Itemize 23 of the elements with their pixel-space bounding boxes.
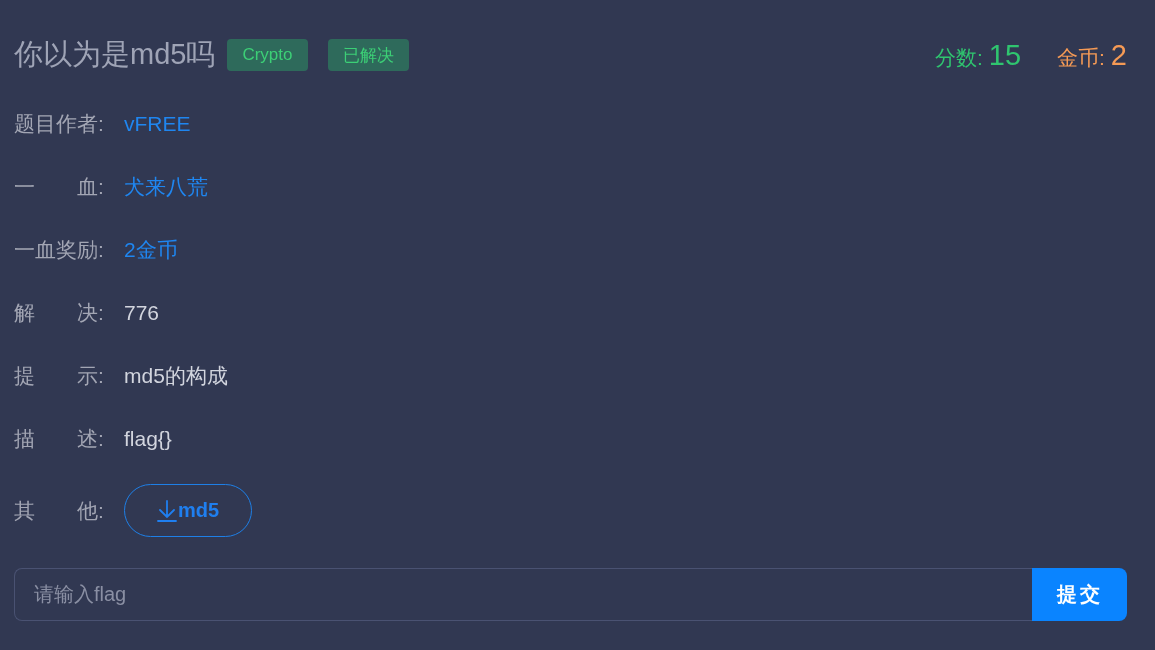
challenge-tag: Crypto — [227, 39, 308, 71]
challenge-tag: 已解决 — [327, 39, 409, 71]
detail-label: 题目作者: — [14, 110, 105, 137]
detail-label: 提 示: — [14, 362, 105, 389]
detail-link[interactable]: vFREE — [124, 111, 191, 136]
detail-value: flag{} — [124, 426, 172, 451]
detail-label: 其 他: — [14, 497, 105, 524]
detail-label: 一血奖励: — [14, 236, 105, 263]
detail-value: 776 — [124, 300, 160, 325]
detail-value: md5的构成 — [124, 362, 228, 389]
detail-label: 解 决: — [14, 299, 105, 326]
coins-label: 金币: — [1057, 44, 1105, 71]
detail-link[interactable]: 2金币 — [124, 235, 178, 264]
detail-label: 一 血: — [14, 173, 105, 200]
score-label: 分数: — [934, 44, 983, 71]
submit-button[interactable]: 提交 — [1032, 568, 1127, 621]
flag-input[interactable]: 请输入flag — [14, 568, 1032, 621]
challenge-title: 你以为是md5吗 — [14, 37, 216, 72]
score-value: 15 — [988, 38, 1021, 72]
coins-value: 2 — [1110, 38, 1127, 72]
download-icon — [156, 499, 177, 522]
detail-label: 描 述: — [14, 425, 105, 452]
detail-link[interactable]: 犬来八荒 — [124, 172, 208, 201]
